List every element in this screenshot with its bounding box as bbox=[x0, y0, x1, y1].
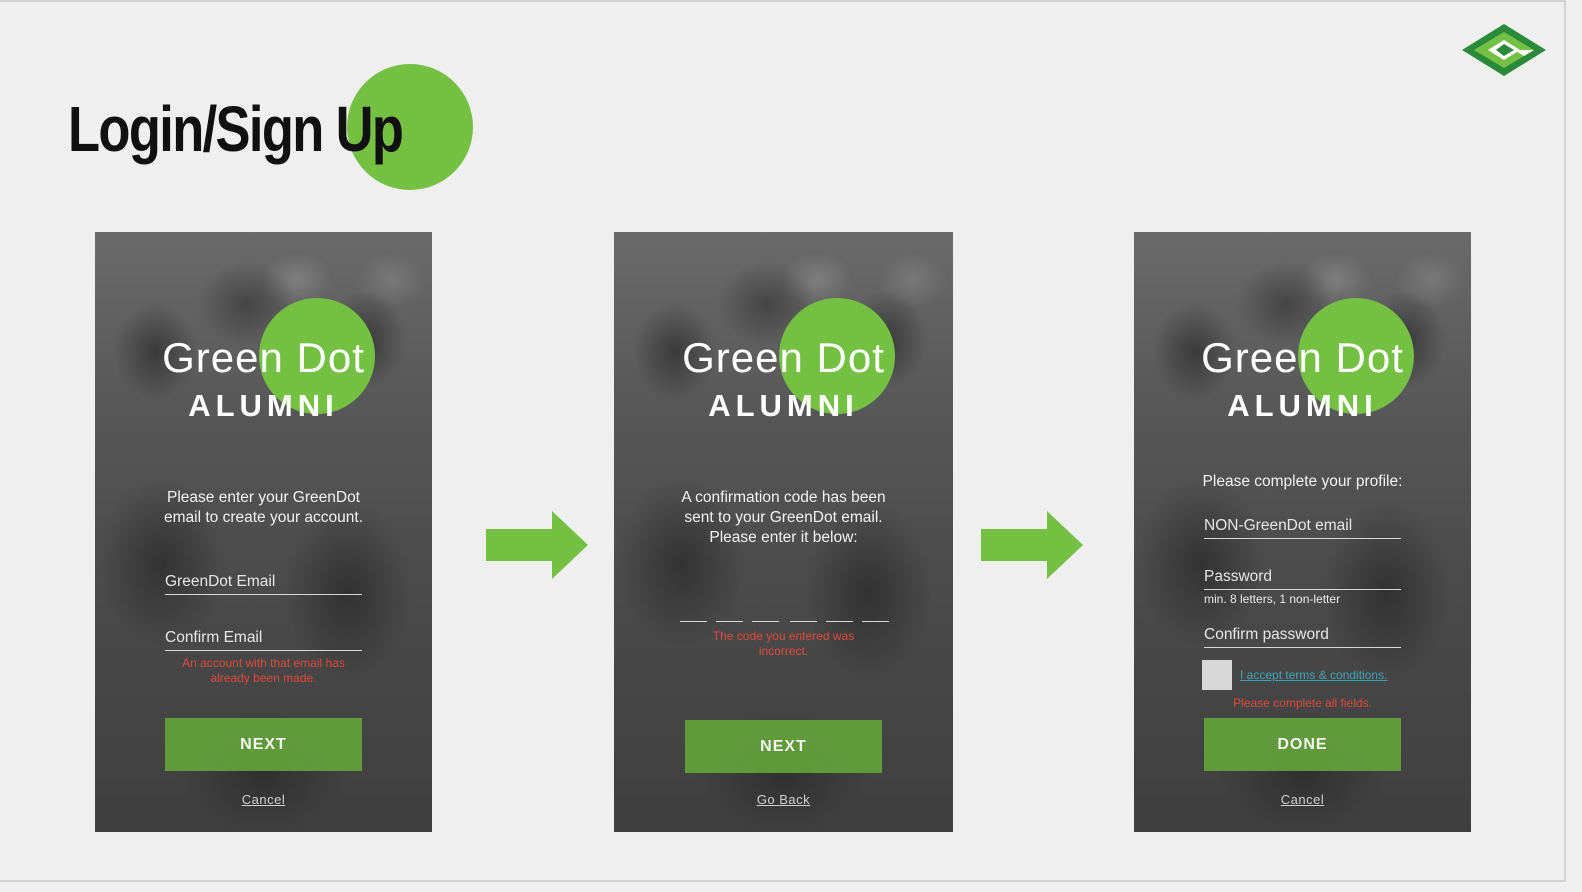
confirm-email-field[interactable]: Confirm Email bbox=[165, 628, 362, 651]
cancel-link[interactable]: Cancel bbox=[1134, 792, 1471, 807]
next-button[interactable]: NEXT bbox=[165, 718, 362, 771]
error-message: An account with that email has already b… bbox=[182, 656, 345, 685]
arrow-right-icon bbox=[981, 511, 1083, 579]
password-field[interactable]: Password bbox=[1204, 567, 1401, 590]
instruction-text: Please enter your GreenDot email to crea… bbox=[163, 489, 364, 526]
brand-name: Green Dot bbox=[162, 334, 365, 381]
cancel-link[interactable]: Cancel bbox=[95, 792, 432, 807]
instruction-text: A confirmation code has been sent to you… bbox=[681, 489, 886, 546]
non-greendot-email-field[interactable]: NON-GreenDot email bbox=[1204, 516, 1401, 539]
go-back-link[interactable]: Go Back bbox=[614, 792, 953, 807]
terms-checkbox[interactable] bbox=[1202, 660, 1232, 690]
error-message: Please complete all fields. bbox=[1233, 696, 1372, 710]
terms-link[interactable]: I accept terms & conditions. bbox=[1240, 668, 1387, 682]
done-button[interactable]: DONE bbox=[1204, 718, 1401, 771]
brand-subtitle: ALUMNI bbox=[1227, 388, 1378, 423]
confirm-password-field[interactable]: Confirm password bbox=[1204, 625, 1401, 648]
code-digit-slot[interactable] bbox=[752, 621, 779, 622]
brand-header: Green Dot ALUMNI bbox=[1134, 232, 1471, 432]
error-message: The code you entered was incorrect. bbox=[712, 629, 855, 658]
brand-name: Green Dot bbox=[1201, 334, 1404, 381]
brand-subtitle: ALUMNI bbox=[188, 388, 339, 423]
code-digit-slot[interactable] bbox=[680, 621, 707, 622]
green-dot-logo-icon bbox=[1462, 24, 1546, 76]
complete-profile-screen: Green Dot ALUMNI Please complete your pr… bbox=[1134, 232, 1471, 832]
code-digit-slot[interactable] bbox=[862, 621, 889, 622]
instruction-text: Please complete your profile: bbox=[1202, 473, 1403, 490]
greendot-email-field[interactable]: GreenDot Email bbox=[165, 572, 362, 595]
code-digit-slot[interactable] bbox=[790, 621, 817, 622]
brand-header: Green Dot ALUMNI bbox=[614, 232, 953, 432]
signup-email-screen: Green Dot ALUMNI Please enter your Green… bbox=[95, 232, 432, 832]
code-digit-slot[interactable] bbox=[716, 621, 743, 622]
arrow-right-icon bbox=[486, 511, 588, 579]
brand-header: Green Dot ALUMNI bbox=[95, 232, 432, 432]
password-hint: min. 8 letters, 1 non-letter bbox=[1204, 592, 1341, 606]
page-title: Login/Sign Up bbox=[68, 93, 404, 165]
code-digit-slot[interactable] bbox=[826, 621, 853, 622]
brand-subtitle: ALUMNI bbox=[708, 388, 859, 423]
brand-name: Green Dot bbox=[682, 334, 885, 381]
title-block: Login/Sign Up bbox=[68, 64, 476, 194]
next-button[interactable]: NEXT bbox=[685, 720, 882, 773]
confirmation-code-screen: Green Dot ALUMNI A confirmation code has… bbox=[614, 232, 953, 832]
